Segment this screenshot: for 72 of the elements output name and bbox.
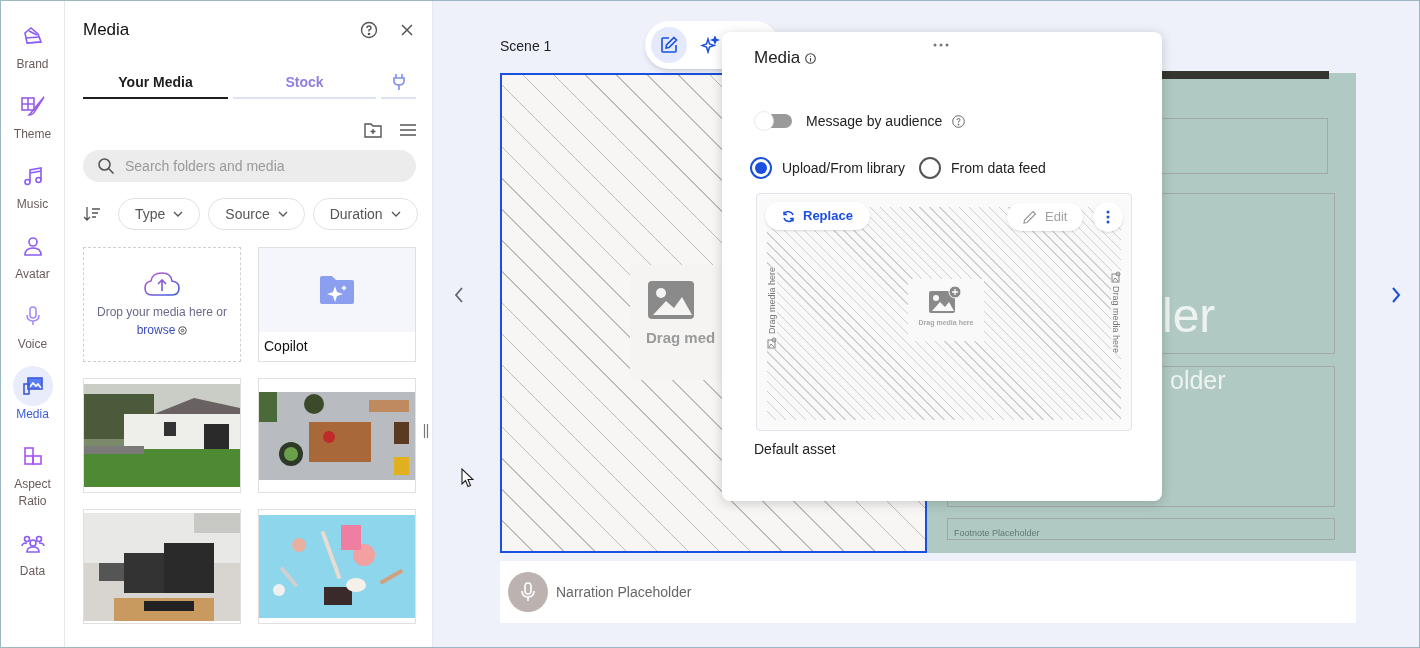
sparkle-icon <box>700 36 720 54</box>
microphone-icon <box>521 582 535 602</box>
plug-icon <box>391 73 406 91</box>
more-vertical-icon <box>1106 210 1110 224</box>
radio-label[interactable]: Upload/From library <box>782 157 905 179</box>
refresh-icon <box>782 209 795 223</box>
nav-label[interactable]: Voice <box>17 336 48 353</box>
image-stack-icon <box>21 375 44 397</box>
media-card[interactable] <box>258 378 416 493</box>
image-add-icon <box>1111 271 1121 283</box>
brush-grid-icon <box>19 95 46 117</box>
side-drag-hint: Drag media here <box>1111 286 1121 354</box>
chevron-down-icon <box>390 211 401 217</box>
nav-label[interactable]: Brand <box>16 56 49 73</box>
image-add-icon <box>929 285 963 315</box>
chevron-down-icon <box>173 211 184 217</box>
radio-label[interactable]: From data feed <box>950 157 1046 179</box>
info-icon <box>178 325 188 335</box>
sparkle-folder-icon <box>318 274 356 306</box>
resize-handle-icon[interactable] <box>423 424 429 438</box>
subtitle-text: older <box>1170 365 1226 395</box>
chevron-down-icon <box>277 211 288 217</box>
preview-caption: Default asset <box>754 440 837 459</box>
nav-label[interactable]: Media <box>16 406 49 423</box>
nav-item[interactable] <box>12 366 53 406</box>
new-folder-icon[interactable] <box>364 122 382 138</box>
upload-hint: Drop your media here or <box>96 304 228 321</box>
image-add-icon <box>767 337 777 350</box>
nav-label[interactable]: Avatar <box>15 266 50 283</box>
help-icon[interactable] <box>952 114 966 128</box>
scene-label: Scene 1 <box>500 37 552 55</box>
drag-handle-icon[interactable] <box>933 43 949 47</box>
pencil-icon <box>1023 210 1037 224</box>
nav-label[interactable]: Music <box>16 196 49 213</box>
menu-icon[interactable] <box>400 123 416 137</box>
mouse-pointer-icon <box>461 468 474 488</box>
panel-title: Media <box>83 19 131 42</box>
radio-button[interactable] <box>918 157 941 179</box>
title-text: ler <box>1162 292 1216 340</box>
narration-bar[interactable]: Narration Placeholder <box>500 561 1356 623</box>
aspect-grid-icon <box>21 445 44 467</box>
person-icon <box>21 235 44 257</box>
nav-label[interactable]: Theme <box>13 126 52 143</box>
info-icon[interactable] <box>805 52 817 64</box>
toggle-switch[interactable] <box>754 111 792 131</box>
toolbar-button[interactable] <box>651 27 687 63</box>
edit-icon <box>660 36 678 54</box>
sort-icon[interactable] <box>83 206 101 222</box>
cloud-upload-icon <box>143 271 181 297</box>
search-field[interactable]: Search folders and media <box>83 150 416 182</box>
popover-title: Media <box>754 47 801 70</box>
narration-text: Narration Placeholder <box>556 582 692 602</box>
footnote-text: Footnote Placeholder <box>954 528 1040 539</box>
music-note-icon <box>21 165 44 187</box>
radio-button[interactable] <box>750 157 772 179</box>
chevron-left-icon[interactable] <box>454 287 464 303</box>
help-icon[interactable] <box>360 21 378 39</box>
side-drag-hint: Drag media here <box>767 267 777 335</box>
search-icon <box>97 157 115 175</box>
nav-label[interactable]: Data <box>19 563 46 580</box>
folder-card[interactable]: Copilot <box>258 247 416 362</box>
browse-link[interactable]: browse <box>136 322 176 338</box>
upload-dropzone[interactable]: Drop your media here or browse <box>83 247 241 362</box>
nav-label[interactable]: Aspect Ratio <box>2 476 63 510</box>
drag-hint: Drag med <box>646 328 716 348</box>
tab[interactable]: Your Media <box>83 67 228 99</box>
replace-button[interactable]: Replace <box>765 202 870 230</box>
chevron-right-icon[interactable] <box>1391 287 1401 303</box>
search-input[interactable]: Search folders and media <box>125 155 402 177</box>
palette-swatch-icon <box>21 25 44 47</box>
close-icon[interactable] <box>400 23 414 37</box>
folder-label: Copilot <box>263 337 309 356</box>
